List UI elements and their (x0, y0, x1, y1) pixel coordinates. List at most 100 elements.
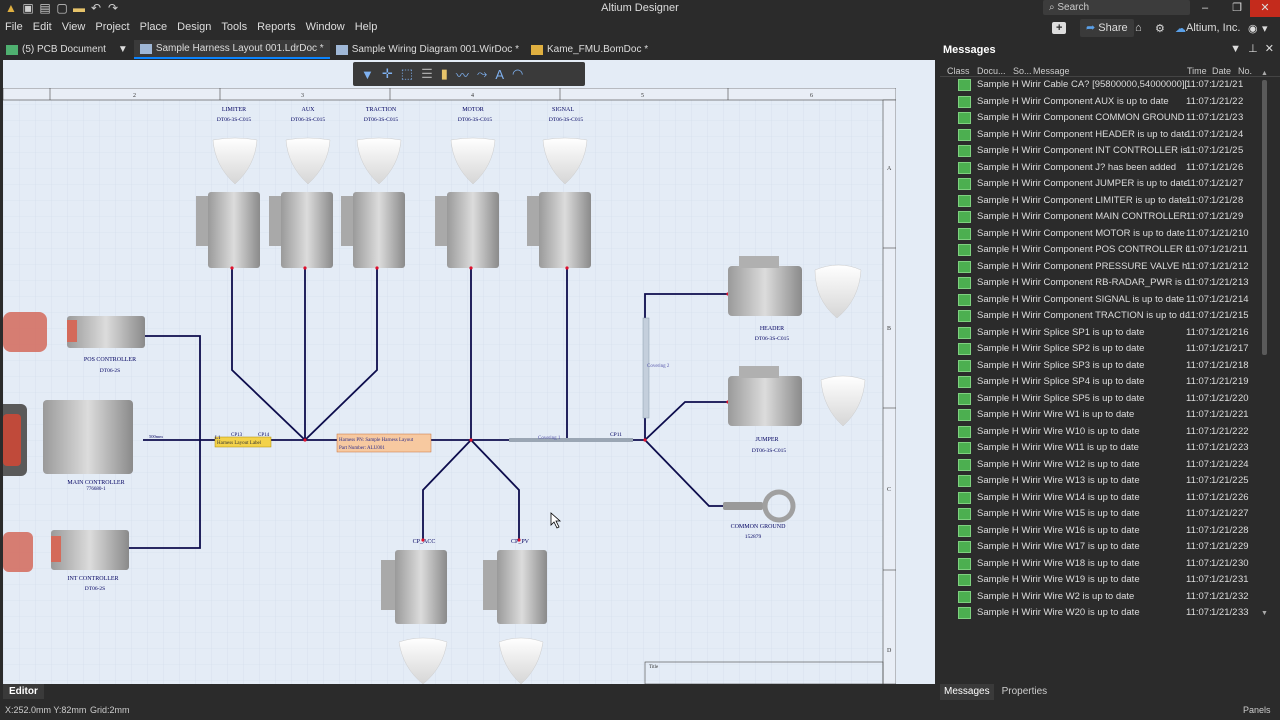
message-row[interactable]: Sample H Wirir Wire W13 is up to date 11:… (940, 473, 1270, 490)
tab-properties[interactable]: Properties (998, 684, 1052, 700)
message-row[interactable]: Sample H Wirir Splice SP2 is up to date 1… (940, 341, 1270, 358)
message-row[interactable]: Sample H Wirir Wire W16 is up to date 11:… (940, 523, 1270, 540)
panel-close-icon[interactable]: ✕ (1265, 43, 1274, 55)
connector-name: MOTOR (462, 107, 484, 113)
active-bar-toolbar: ▼ ✛ ⬚ ☰ ▮ 〰 ⤳ A ◠ (353, 62, 585, 86)
menu-reports[interactable]: Reports (257, 21, 296, 33)
covering-1-sleeve[interactable] (509, 438, 633, 442)
close-button[interactable]: ✕ (1250, 0, 1280, 17)
search-input[interactable]: ⌕ Search (1043, 0, 1190, 15)
minimize-button[interactable]: – (1190, 0, 1220, 17)
menu-view[interactable]: View (62, 21, 86, 33)
message-row[interactable]: Sample H Wirir Component RB-RADAR_PWR is… (940, 275, 1270, 292)
message-row[interactable]: Sample H Wirir Component POS CONTROLLER … (940, 242, 1270, 259)
pin-icon[interactable]: ⊥ (1248, 43, 1258, 55)
message-row[interactable]: Sample H Wirir Wire W12 is up to date 11:… (940, 457, 1270, 474)
scroll-down-icon[interactable]: ▼ (1261, 610, 1268, 617)
scroll-up-icon[interactable]: ▲ (1261, 70, 1268, 77)
place-splice-icon[interactable]: ⤳ (477, 66, 487, 82)
tab-bom-document[interactable]: Kame_FMU.BomDoc * (525, 40, 654, 59)
message-row[interactable]: Sample H Wirir Component JUMPER is up to… (940, 176, 1270, 193)
message-row[interactable]: Sample H Wirir Component LIMITER is up t… (940, 193, 1270, 210)
message-row[interactable]: Sample H Wirir Component PRESSURE VALVE … (940, 259, 1270, 276)
message-time: 11:07: (1186, 227, 1212, 239)
message-row[interactable]: Sample H Wirir Splice SP4 is up to date 1… (940, 374, 1270, 391)
col-date[interactable]: Date (1212, 66, 1231, 76)
info-icon (958, 79, 971, 91)
info-icon (958, 293, 971, 306)
menu-window[interactable]: Window (306, 21, 345, 33)
col-document[interactable]: Docu... (977, 66, 1006, 76)
harness-drawing[interactable]: 2 3 4 5 6 A B C D Title LIMITER DT06-3S-… (3, 88, 896, 684)
tab-editor[interactable]: Editor (3, 684, 44, 699)
message-row[interactable]: Sample H Wirir Wire W11 is up to date 11:… (940, 440, 1270, 457)
tab-pcb-document[interactable]: (5) PCB Document ▼ (0, 40, 134, 59)
col-source[interactable]: So... (1013, 66, 1032, 76)
message-row[interactable]: Sample H Wirir Splice SP3 is up to date 1… (940, 358, 1270, 375)
col-message[interactable]: Message (1033, 66, 1070, 76)
crosshair-icon[interactable]: ✛ (382, 66, 393, 82)
message-row[interactable]: Sample H Wirir Wire W18 is up to date 11:… (940, 556, 1270, 573)
message-row[interactable]: Sample H Wirir Wire W14 is up to date 11:… (940, 490, 1270, 507)
add-icon[interactable]: + (1052, 19, 1067, 37)
message-date: 1/21/2 (1211, 458, 1238, 470)
col-number[interactable]: No. (1238, 66, 1252, 76)
message-row[interactable]: Sample H Wirir Component SIGNAL is up to… (940, 292, 1270, 309)
message-row[interactable]: Sample H Wirir Component AUX is up to da… (940, 94, 1270, 111)
message-number: 9 (1238, 211, 1244, 222)
place-arc-icon[interactable]: ◠ (512, 66, 523, 82)
tab-harness-layout[interactable]: Sample Harness Layout 001.LdrDoc * (133, 40, 330, 59)
align-icon[interactable]: ☰ (421, 66, 433, 82)
cp11-label: CP11 (610, 432, 622, 438)
message-row[interactable]: Sample H Wirir Wire W1 is up to date 11:0… (940, 407, 1270, 424)
info-icon (958, 359, 971, 372)
message-number: 21 (1238, 409, 1249, 420)
gear-icon[interactable]: ⚙ (1155, 19, 1165, 37)
home-icon[interactable]: ⌂ (1135, 19, 1142, 37)
message-row[interactable]: Sample H Wirir Wire W20 is up to date 11:… (940, 605, 1270, 622)
message-row[interactable]: Sample H Wirir Component INT CONTROLLER … (940, 143, 1270, 160)
message-row[interactable]: Sample H Wirir Splice SP1 is up to date 1… (940, 325, 1270, 342)
message-row[interactable]: Sample H Wirir Splice SP5 is up to date 1… (940, 391, 1270, 408)
menu-file[interactable]: File (5, 21, 23, 33)
message-row[interactable]: Sample H Wirir Component MAIN CONTROLLER… (940, 209, 1270, 226)
select-rect-icon[interactable]: ⬚ (401, 66, 413, 82)
user-icon[interactable]: ◉ (1248, 19, 1258, 37)
account-button[interactable]: ☁ Altium, Inc. (1175, 19, 1240, 37)
menu-place[interactable]: Place (140, 21, 168, 33)
restore-button[interactable]: ❐ (1222, 0, 1252, 17)
chevron-down-icon[interactable]: ▼ (118, 44, 128, 55)
menu-tools[interactable]: Tools (221, 21, 247, 33)
menu-edit[interactable]: Edit (33, 21, 52, 33)
message-row[interactable]: Sample H Wirir Component HEADER is up to… (940, 127, 1270, 144)
message-row[interactable]: Sample H Wirir Wire W19 is up to date 11:… (940, 572, 1270, 589)
filter-icon[interactable]: ▼ (361, 67, 374, 82)
panel-menu-icon[interactable]: ▼ (1230, 43, 1241, 55)
user-menu-chevron-icon[interactable]: ▾ (1262, 19, 1268, 37)
place-component-icon[interactable]: ▮ (441, 66, 448, 82)
col-time[interactable]: Time (1187, 66, 1207, 76)
message-row[interactable]: Sample H Wirir Wire W17 is up to date 11:… (940, 539, 1270, 556)
message-row[interactable]: Sample H Wirir Wire W10 is up to date 11:… (940, 424, 1270, 441)
panels-button[interactable]: Panels (1243, 705, 1271, 715)
message-row[interactable]: Sample H Wirir Component COMMON GROUND i… (940, 110, 1270, 127)
messages-scrollbar[interactable] (1262, 80, 1267, 355)
message-row[interactable]: Sample H Wirir Component J? has been add… (940, 160, 1270, 177)
message-row[interactable]: Sample H Wirir Wire W15 is up to date 11:… (940, 506, 1270, 523)
message-row[interactable]: Sample H Wirir Component MOTOR is up to … (940, 226, 1270, 243)
place-wire-icon[interactable]: 〰 (456, 65, 469, 84)
place-text-icon[interactable]: A (495, 67, 504, 82)
menu-help[interactable]: Help (355, 21, 378, 33)
menu-project[interactable]: Project (95, 21, 129, 33)
share-button[interactable]: ➦ Share (1080, 19, 1134, 37)
menu-design[interactable]: Design (177, 21, 211, 33)
message-row[interactable]: Sample H Wirir Cable CA? [95800000,54000… (940, 77, 1270, 94)
messages-list[interactable]: Sample H Wirir Cable CA? [95800000,54000… (940, 77, 1270, 622)
row-label: D (887, 648, 892, 654)
col-class[interactable]: Class (947, 66, 970, 76)
tab-messages[interactable]: Messages (940, 684, 994, 700)
info-icon (958, 112, 971, 124)
message-row[interactable]: Sample H Wirir Component TRACTION is up … (940, 308, 1270, 325)
message-row[interactable]: Sample H Wirir Wire W2 is up to date 11:0… (940, 589, 1270, 606)
tab-wiring-diagram[interactable]: Sample Wiring Diagram 001.WirDoc * (330, 40, 525, 59)
